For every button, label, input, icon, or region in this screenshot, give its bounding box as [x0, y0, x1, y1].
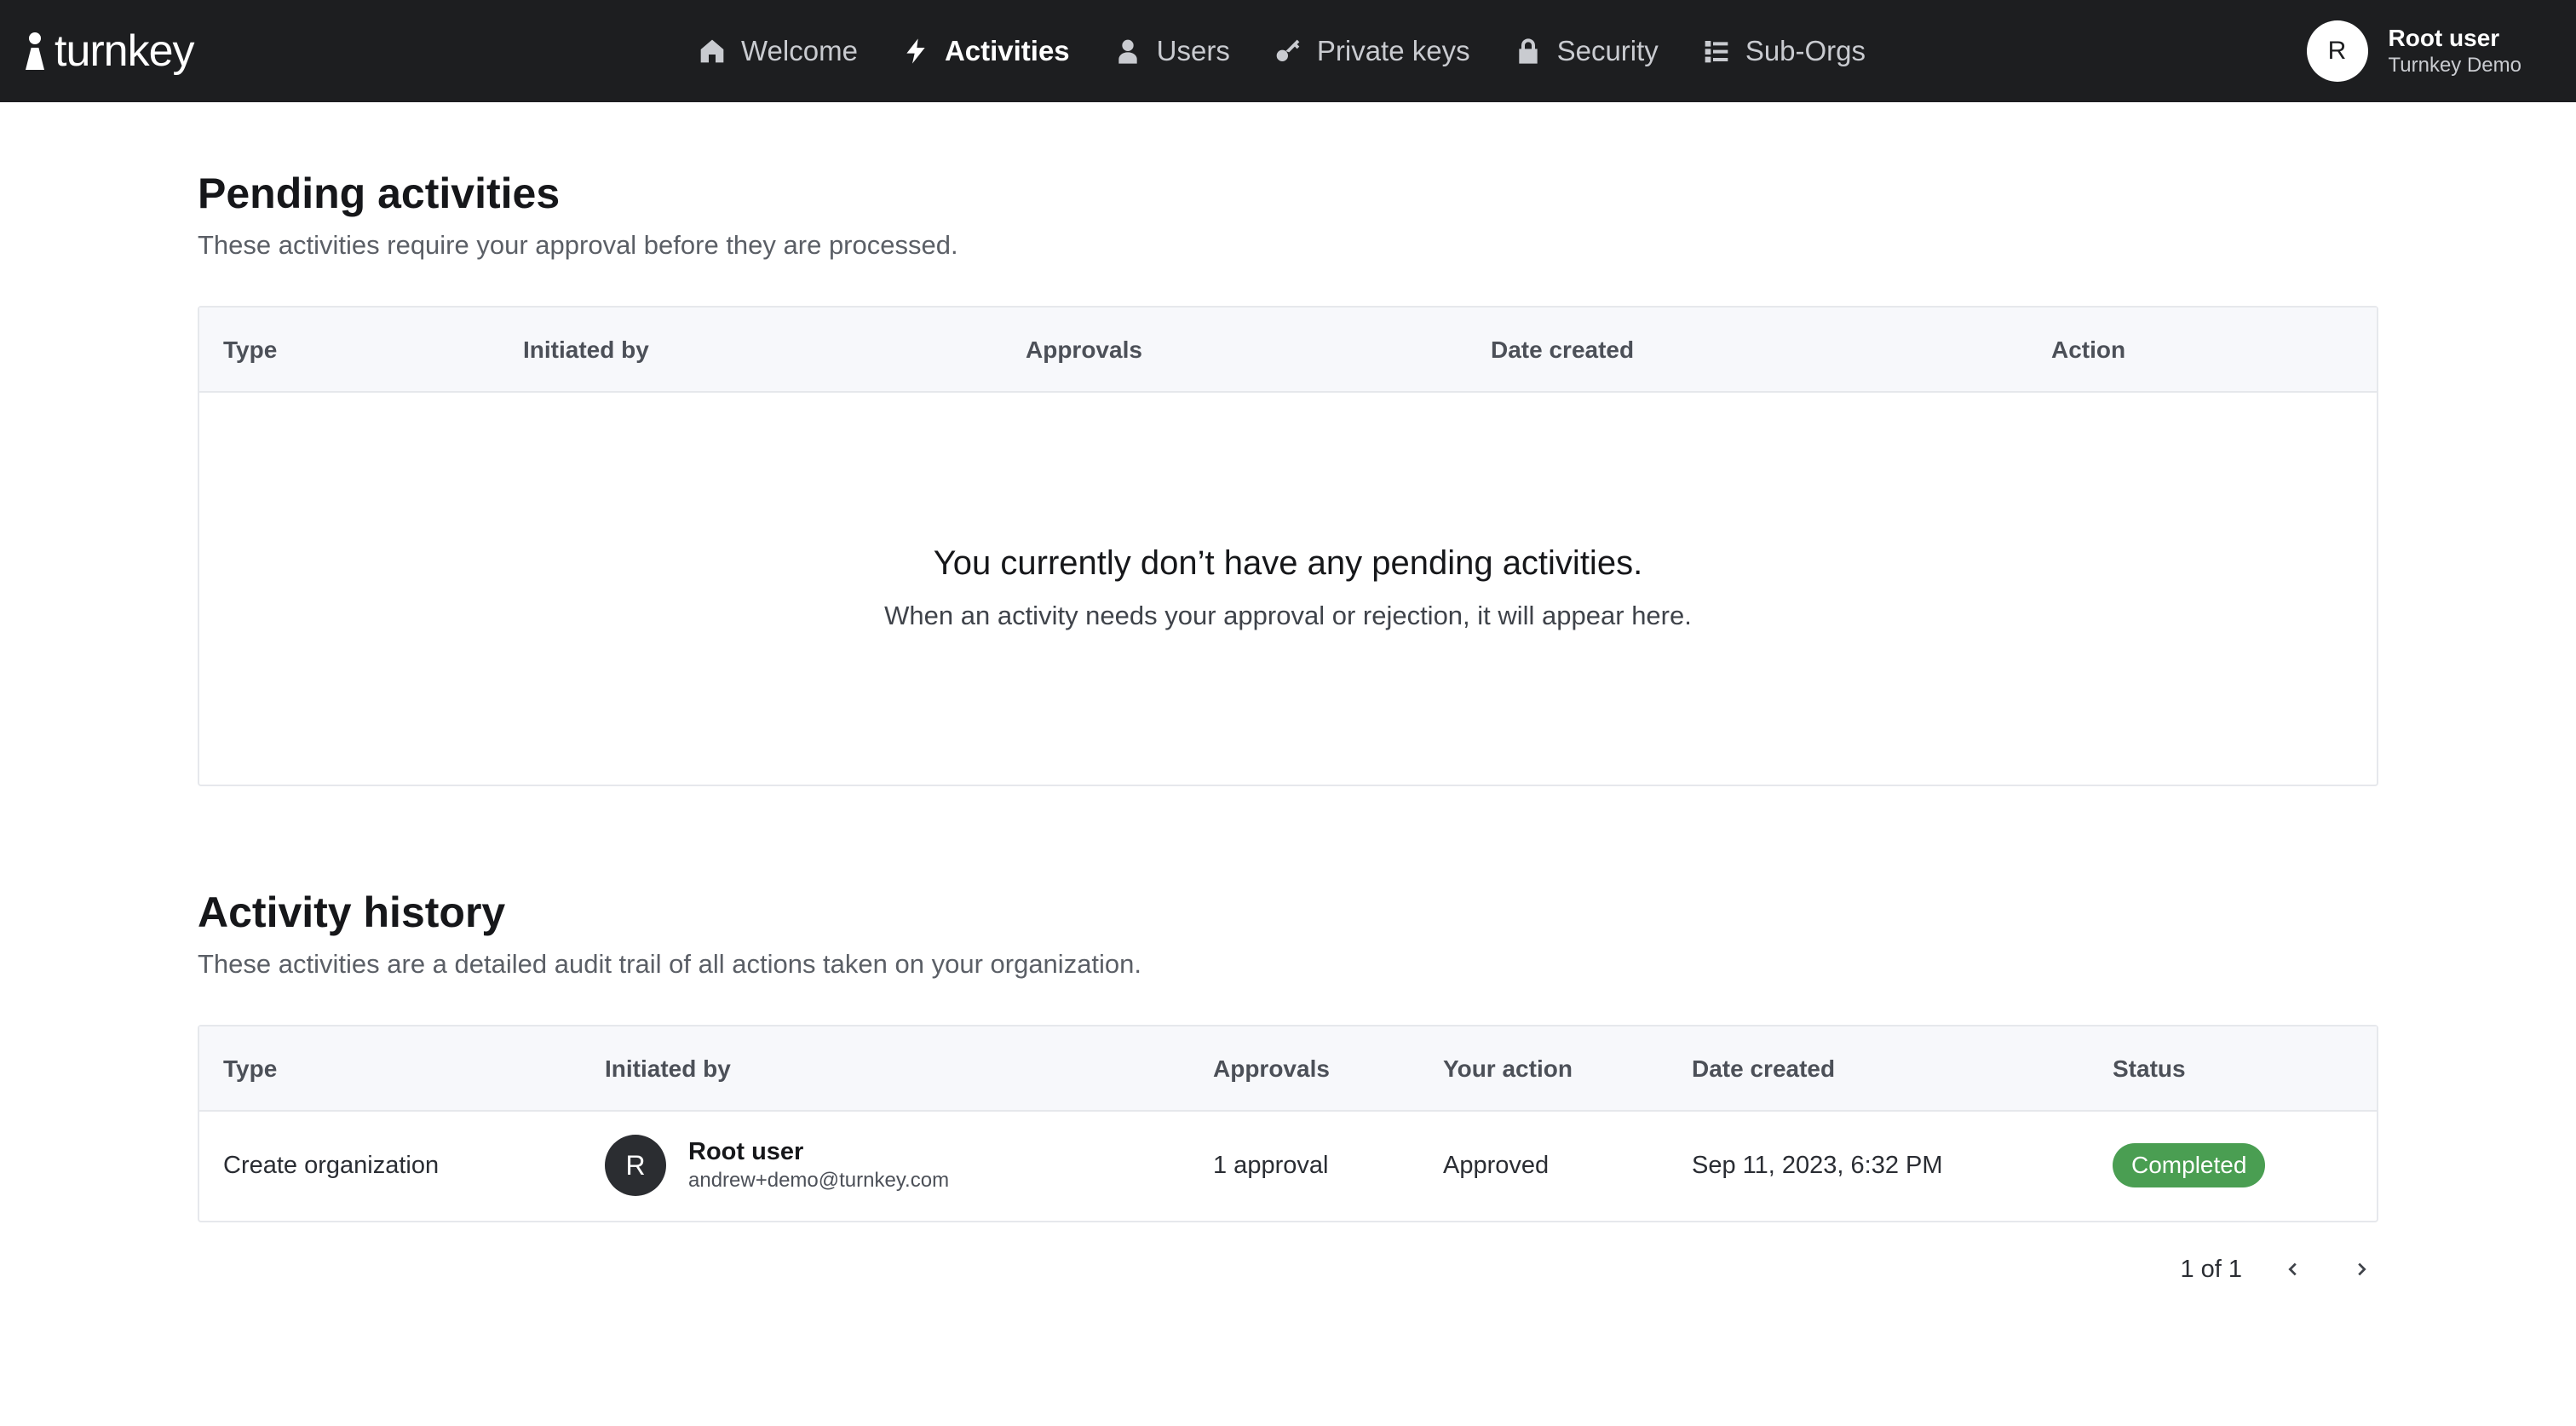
cell-status: Completed	[2113, 1112, 2266, 1219]
column-header-approvals: Approvals	[1026, 336, 1142, 363]
column-header-type: Type	[223, 336, 278, 363]
logo-text: turnkey	[55, 26, 195, 76]
chevron-right-icon	[2358, 1262, 2366, 1276]
empty-state-title: You currently don’t have any pending act…	[933, 544, 1643, 582]
cell-type: Create organization	[223, 1151, 440, 1179]
next-page-button[interactable]	[2344, 1252, 2378, 1286]
pagination: 1 of 1	[2180, 1245, 2378, 1293]
cell-your-action: Approved	[1443, 1151, 1550, 1179]
nav-item-users[interactable]: Users	[1114, 35, 1230, 67]
column-header-date-created: Date created	[1491, 336, 1635, 363]
table-row[interactable]: Create organization R Root user andrew+d…	[199, 1112, 2377, 1219]
empty-state-subtitle: When an activity needs your approval or …	[884, 601, 1692, 630]
cell-date-created: Sep 11, 2023, 6:32 PM	[1692, 1151, 1943, 1179]
table-header: Type Initiated by Approvals Your action …	[199, 1026, 2377, 1112]
column-header-action: Action	[2051, 336, 2126, 363]
lock-icon	[1518, 38, 1538, 64]
initiator-info: Root user andrew+demo@turnkey.com	[688, 1136, 949, 1195]
cell-initiated-by: R Root user andrew+demo@turnkey.com	[605, 1112, 949, 1219]
initiator-email: andrew+demo@turnkey.com	[688, 1168, 950, 1192]
user-icon	[1118, 39, 1137, 64]
account-menu[interactable]: R Root user Turnkey Demo	[2306, 20, 2522, 82]
main-nav: Welcome Activities Users Private keys Se…	[699, 0, 1866, 102]
top-nav-bar: turnkey Welcome Activities Users Private…	[0, 0, 2576, 102]
pending-activities-title: Pending activities	[198, 170, 561, 217]
account-info: Root user Turnkey Demo	[2389, 24, 2522, 79]
column-header-type: Type	[223, 1055, 278, 1082]
column-header-initiated-by: Initiated by	[605, 1055, 731, 1082]
nav-item-sub-orgs[interactable]: Sub-Orgs	[1703, 35, 1866, 67]
previous-page-button[interactable]	[2276, 1252, 2310, 1286]
turnkey-logo[interactable]: turnkey	[26, 26, 195, 77]
column-header-approvals: Approvals	[1213, 1055, 1330, 1082]
column-header-initiated-by: Initiated by	[523, 336, 649, 363]
pending-activities-subtitle: These activities require your approval b…	[198, 230, 958, 260]
column-header-date-created: Date created	[1692, 1055, 1836, 1082]
avatar: R	[605, 1135, 666, 1196]
nav-item-activities[interactable]: Activities	[902, 35, 1070, 67]
pending-activities-table: Type Initiated by Approvals Date created…	[198, 306, 2378, 786]
nav-item-welcome[interactable]: Welcome	[699, 35, 858, 67]
activity-history-subtitle: These activities are a detailed audit tr…	[198, 949, 1142, 979]
home-icon	[700, 39, 724, 63]
account-org: Turnkey Demo	[2388, 54, 2522, 78]
initiator-name: Root user	[688, 1137, 804, 1165]
column-header-status: Status	[2113, 1055, 2186, 1082]
cell-approvals: 1 approval	[1213, 1151, 1329, 1179]
nav-item-private-keys[interactable]: Private keys	[1274, 35, 1470, 67]
activity-history-title: Activity history	[198, 888, 506, 936]
avatar: R	[2306, 20, 2368, 82]
bolt-icon	[906, 38, 925, 64]
table-header: Type Initiated by Approvals Date created…	[199, 308, 2377, 393]
list-icon	[1705, 41, 1728, 63]
nav-item-label: Private keys	[1316, 35, 1470, 66]
activity-history-table: Type Initiated by Approvals Your action …	[198, 1025, 2378, 1222]
account-name: Root user	[2388, 24, 2500, 51]
status-badge: Completed	[2113, 1143, 2266, 1187]
nav-item-security[interactable]: Security	[1515, 35, 1659, 67]
pagination-label: 1 of 1	[2180, 1255, 2242, 1283]
nav-item-label: Security	[1556, 35, 1659, 66]
key-icon	[1276, 39, 1300, 61]
nav-item-label: Sub-Orgs	[1745, 35, 1866, 66]
nav-item-label: Welcome	[741, 35, 858, 66]
chevron-left-icon	[2288, 1262, 2297, 1276]
column-header-your-action: Your action	[1443, 1055, 1573, 1082]
nav-item-label: Users	[1156, 35, 1230, 66]
nav-item-label: Activities	[944, 35, 1070, 66]
turnkey-logo-mark	[26, 32, 44, 70]
